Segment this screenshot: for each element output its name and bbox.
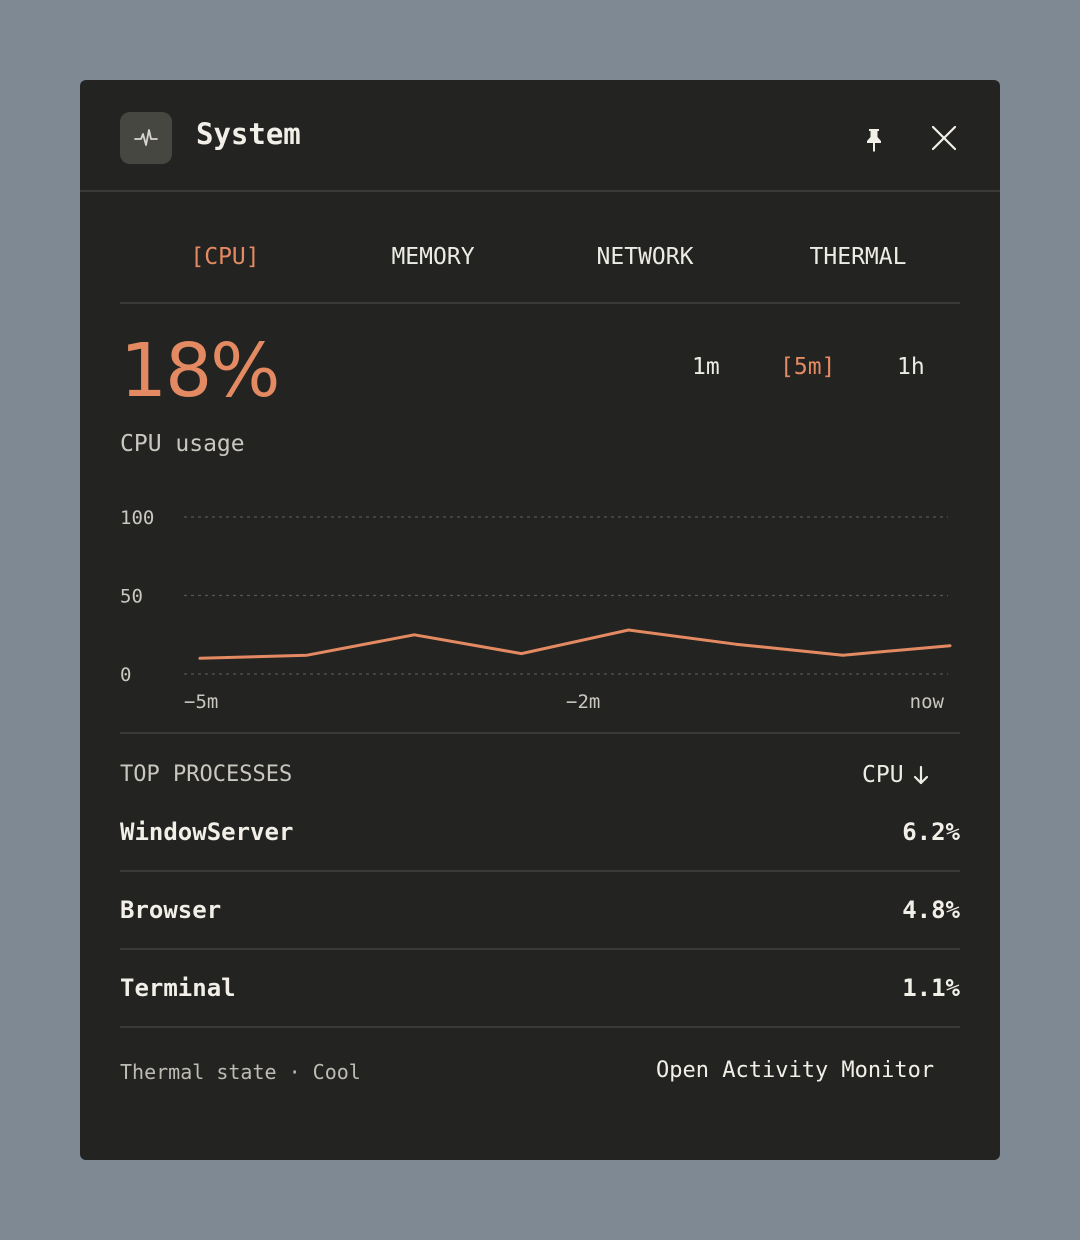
- y-tick-label: 100: [120, 507, 154, 529]
- process-cpu: 1.1%: [902, 974, 960, 1002]
- process-name: Browser: [120, 896, 222, 924]
- system-panel: System [CPU] MEMORY NETWORK THERMAL 18% …: [80, 80, 1000, 1160]
- open-activity-monitor-button[interactable]: Open Activity Monitor: [656, 1056, 934, 1086]
- divider: [120, 1026, 960, 1028]
- sort-label: CPU: [862, 762, 904, 788]
- x-tick-label: −5m: [184, 691, 218, 713]
- process-row[interactable]: WindowServer 6.2%: [120, 794, 960, 872]
- x-tick-label: −2m: [566, 691, 600, 713]
- sort-button[interactable]: CPU: [862, 760, 930, 790]
- thermal-state: Thermal state · Cool: [120, 1060, 361, 1084]
- arrow-down-icon: [913, 765, 928, 785]
- cpu-series-line: [198, 628, 952, 660]
- process-name: WindowServer: [120, 818, 294, 846]
- top-processes-header: TOP PROCESSES: [120, 762, 293, 787]
- process-row[interactable]: Browser 4.8%: [120, 872, 960, 950]
- process-cpu: 4.8%: [902, 896, 960, 924]
- process-name: Terminal: [120, 974, 236, 1002]
- x-tick-label: now: [910, 691, 945, 713]
- process-row[interactable]: Terminal 1.1%: [120, 950, 960, 1028]
- cpu-chart: 100 50 0 −5m −2m now: [120, 507, 952, 713]
- y-tick-label: 50: [120, 586, 143, 608]
- process-cpu: 6.2%: [902, 818, 960, 846]
- y-tick-label: 0: [120, 664, 131, 686]
- divider: [120, 732, 960, 734]
